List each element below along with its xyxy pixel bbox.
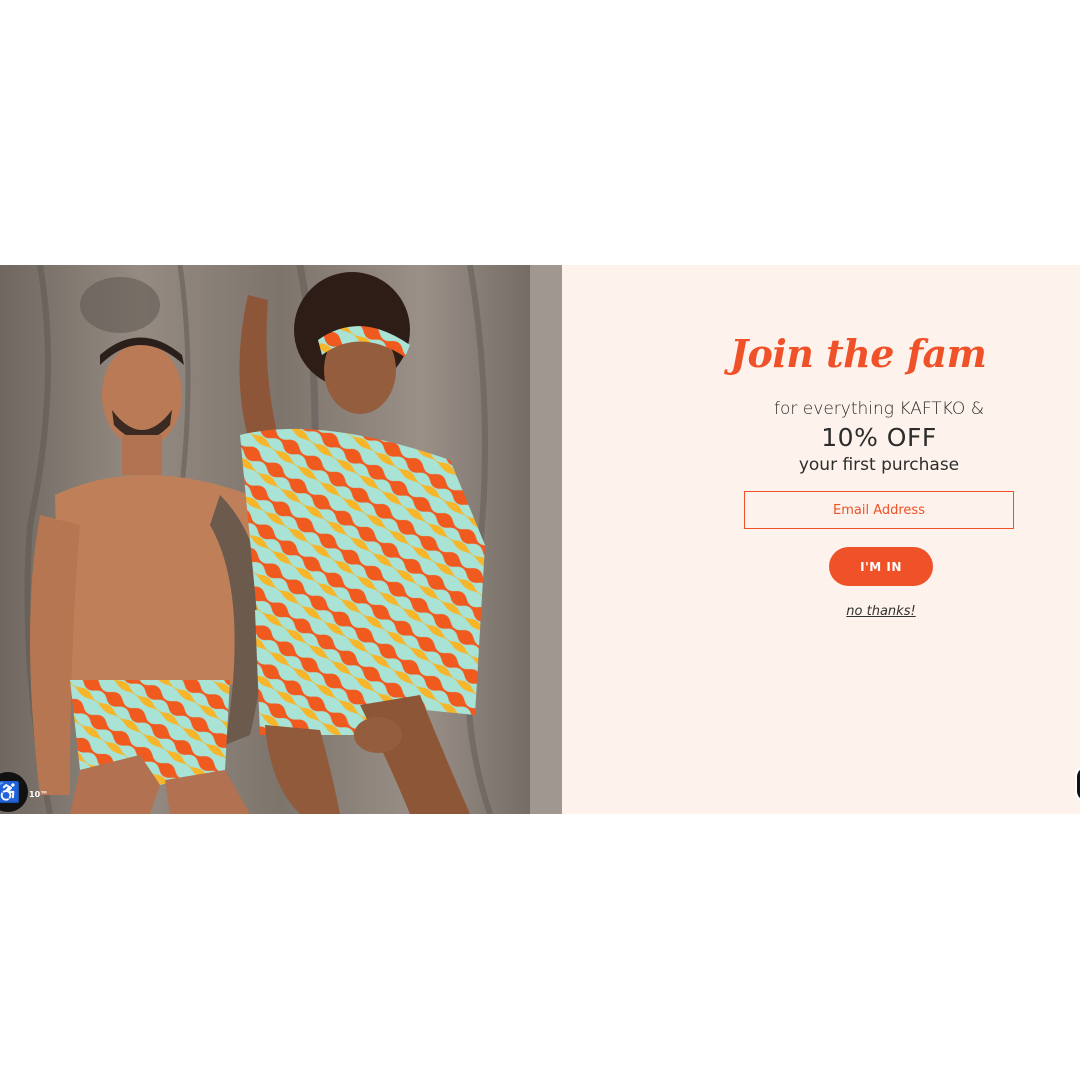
email-field[interactable] (744, 491, 1014, 529)
popup-subtitle: for everything KAFTKO & (774, 399, 984, 419)
page: Join the fam for everything KAFTKO & 10%… (0, 0, 1080, 1080)
signup-popup: Join the fam for everything KAFTKO & 10%… (0, 265, 1080, 814)
popup-headline: Join the fam (730, 331, 987, 376)
hero-photo-illustration (0, 265, 562, 814)
hero-photo (0, 265, 562, 814)
accessibility-badge-label: 10™ (29, 790, 49, 799)
wheelchair-icon: ♿ (0, 781, 21, 804)
submit-signup-button[interactable]: I'M IN (829, 547, 933, 586)
popup-subtitle-secondary: your first purchase (798, 455, 960, 475)
decline-link[interactable]: no thanks! (829, 604, 933, 619)
discount-text: 10% OFF (821, 423, 937, 452)
signup-panel: Join the fam for everything KAFTKO & 10%… (562, 265, 1080, 814)
